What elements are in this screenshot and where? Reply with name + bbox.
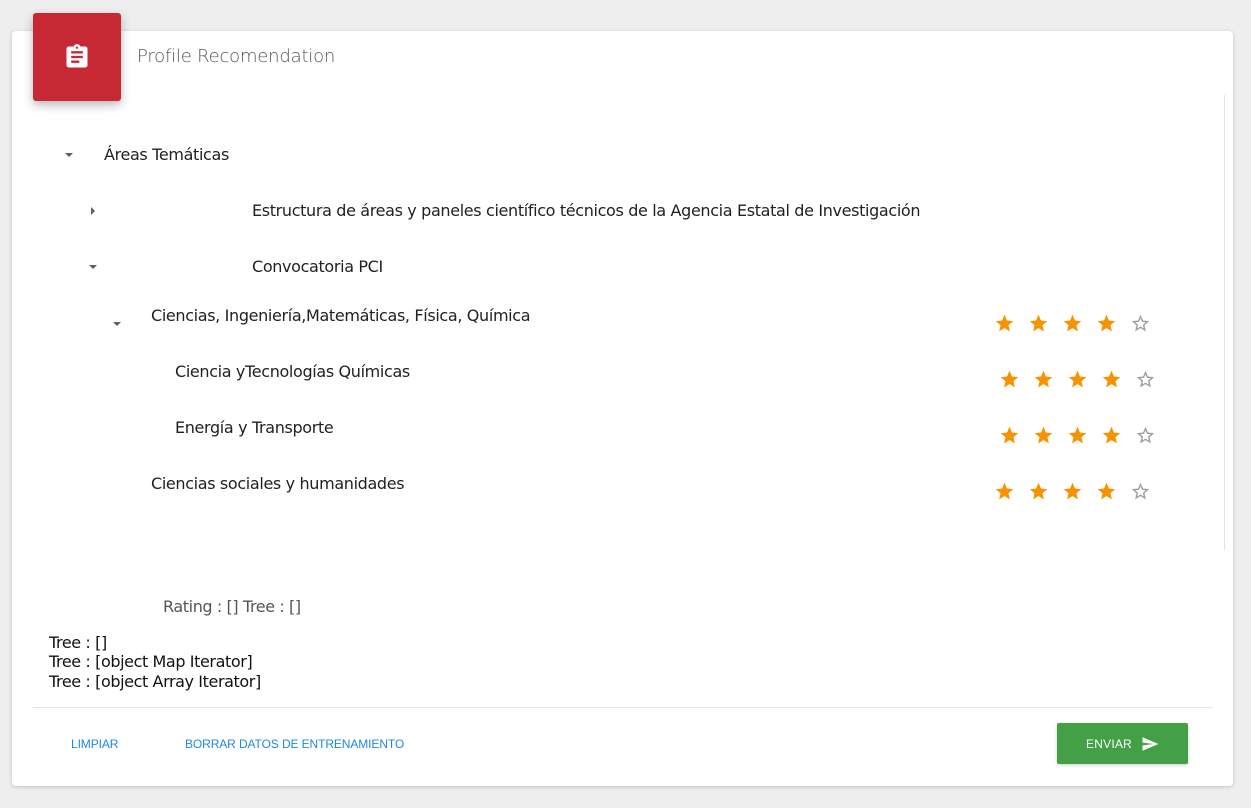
tree-node-convocatoria-pci[interactable]: Convocatoria PCI bbox=[252, 257, 383, 276]
clipboard-icon bbox=[66, 44, 88, 68]
actions-divider bbox=[33, 707, 1213, 708]
star-filled-icon[interactable] bbox=[1055, 480, 1089, 502]
star-filled-icon[interactable] bbox=[1026, 368, 1060, 390]
star-filled-icon[interactable] bbox=[992, 424, 1026, 446]
tree-node-ciencia-tecnologias-quimicas[interactable]: Ciencia yTecnologías Químicas bbox=[175, 362, 410, 381]
star-filled-icon[interactable] bbox=[1094, 424, 1128, 446]
star-filled-icon[interactable] bbox=[1021, 480, 1055, 502]
caret-down-icon bbox=[65, 153, 73, 157]
tree-node-ciencias-sociales[interactable]: Ciencias sociales y humanidades bbox=[151, 474, 405, 493]
debug-line: Tree : [] bbox=[49, 633, 107, 652]
tree-toggle-convocatoria-pci[interactable] bbox=[81, 255, 105, 279]
send-button[interactable]: ENVIAR bbox=[1057, 723, 1188, 764]
star-filled-icon[interactable] bbox=[1060, 368, 1094, 390]
caret-down-icon bbox=[89, 265, 97, 269]
delete-training-data-button[interactable]: BORRAR DATOS DE ENTRENAMIENTO bbox=[185, 737, 404, 751]
tree-node-areas-tematicas[interactable]: Áreas Temáticas bbox=[104, 145, 229, 164]
scrollbar-track[interactable] bbox=[1224, 95, 1225, 550]
send-icon bbox=[1142, 736, 1159, 751]
rating-energia-transporte[interactable] bbox=[992, 424, 1162, 446]
star-filled-icon[interactable] bbox=[1021, 312, 1055, 334]
rating-ciencias-ingenieria[interactable] bbox=[987, 312, 1157, 334]
star-filled-icon[interactable] bbox=[1089, 312, 1123, 334]
star-empty-icon[interactable] bbox=[1123, 312, 1157, 334]
debug-rating-tree: Rating : [] Tree : [] bbox=[163, 597, 301, 616]
tree-toggle-ciencias-ingenieria[interactable] bbox=[105, 312, 129, 336]
star-filled-icon[interactable] bbox=[992, 368, 1026, 390]
star-filled-icon[interactable] bbox=[1094, 368, 1128, 390]
star-filled-icon[interactable] bbox=[1060, 424, 1094, 446]
clear-button[interactable]: LIMPIAR bbox=[71, 737, 118, 751]
rating-ciencia-tecnologias-quimicas[interactable] bbox=[992, 368, 1162, 390]
star-empty-icon[interactable] bbox=[1123, 480, 1157, 502]
star-filled-icon[interactable] bbox=[987, 480, 1021, 502]
tree-toggle-aei[interactable] bbox=[81, 199, 105, 223]
star-empty-icon[interactable] bbox=[1128, 368, 1162, 390]
debug-line: Tree : [object Array Iterator] bbox=[49, 672, 261, 691]
card-header-icon bbox=[33, 13, 121, 101]
debug-line: Tree : [object Map Iterator] bbox=[49, 652, 253, 671]
caret-down-icon bbox=[113, 322, 121, 326]
tree-node-ciencias-ingenieria[interactable]: Ciencias, Ingeniería,Matemáticas, Física… bbox=[151, 306, 531, 325]
rating-ciencias-sociales[interactable] bbox=[987, 480, 1157, 502]
star-filled-icon[interactable] bbox=[987, 312, 1021, 334]
tree-node-aei[interactable]: Estructura de áreas y paneles científico… bbox=[252, 201, 920, 220]
tree-toggle-areas-tematicas[interactable] bbox=[57, 143, 81, 167]
tree-node-energia-transporte[interactable]: Energía y Transporte bbox=[175, 418, 334, 437]
star-empty-icon[interactable] bbox=[1128, 424, 1162, 446]
send-button-label: ENVIAR bbox=[1086, 736, 1132, 751]
star-filled-icon[interactable] bbox=[1055, 312, 1089, 334]
star-filled-icon[interactable] bbox=[1026, 424, 1060, 446]
caret-right-icon bbox=[91, 207, 95, 215]
star-filled-icon[interactable] bbox=[1089, 480, 1123, 502]
page-title: Profile Recomendation bbox=[137, 46, 336, 67]
